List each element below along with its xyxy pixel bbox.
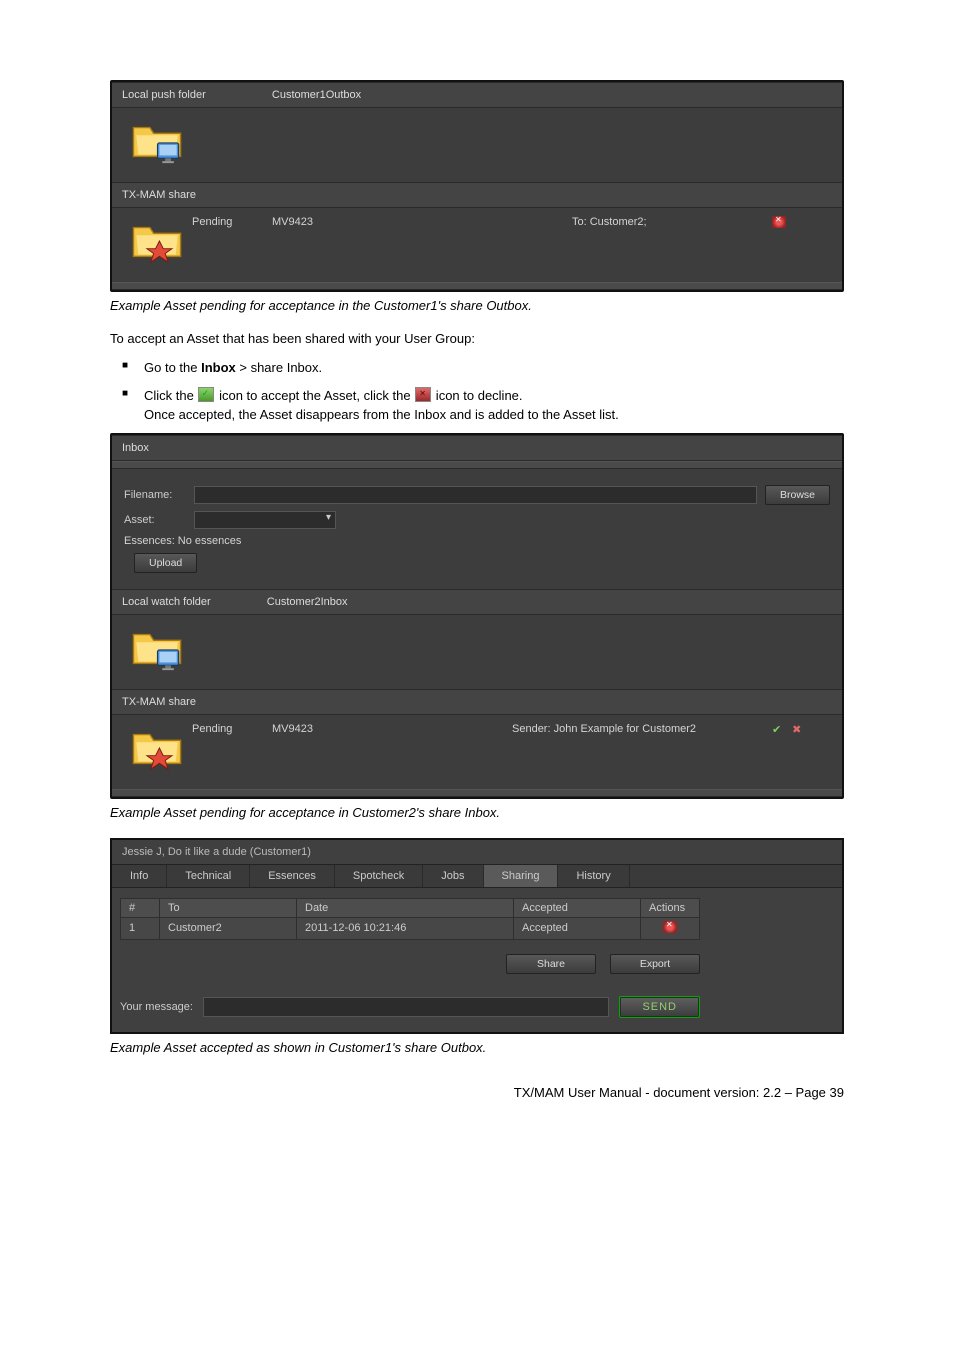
caption-3: Example Asset accepted as shown in Custo…	[110, 1040, 844, 1055]
local-push-header: Local push folder Customer1Outbox	[112, 82, 842, 108]
tab-essences[interactable]: Essences	[250, 865, 335, 887]
txmam-header-1: TX-MAM share	[112, 182, 842, 208]
row-delete-icon[interactable]	[663, 921, 677, 933]
outbox-panel: Local push folder Customer1Outbox TX-MAM…	[110, 80, 844, 292]
col-num: #	[121, 898, 160, 917]
sharing-panel: Jessie J, Do it like a dude (Customer1) …	[110, 838, 844, 1034]
tab-spotcheck[interactable]: Spotcheck	[335, 865, 423, 887]
cell-num: 1	[121, 917, 160, 939]
footer-text: TX/MAM User Manual - document version: 2…	[110, 1085, 844, 1100]
local-watch-value: Customer2Inbox	[267, 596, 348, 608]
inbox-panel: Inbox Filename: Browse Asset: Essences: …	[110, 433, 844, 799]
folder-monitor-icon-2	[122, 623, 192, 673]
upload-button[interactable]: Upload	[134, 553, 197, 573]
inbox-title: Inbox	[112, 435, 842, 461]
export-button[interactable]: Export	[610, 954, 700, 974]
filename-input[interactable]	[194, 486, 757, 504]
local-push-row	[112, 108, 842, 182]
local-watch-row	[112, 615, 842, 689]
outbox-to: To: Customer2;	[572, 216, 772, 228]
cell-accepted: Accepted	[514, 917, 641, 939]
decline-icon[interactable]	[772, 216, 786, 228]
cell-actions[interactable]	[641, 917, 700, 939]
instruction-list: Go to the Inbox > share Inbox. Click the…	[110, 358, 844, 425]
inbox-asset-id: MV9423	[272, 723, 512, 735]
share-table-header: # To Date Accepted Actions	[121, 898, 700, 917]
message-input[interactable]	[203, 997, 609, 1017]
inbox-status: Pending	[192, 723, 272, 735]
folder-star-icon-2	[122, 723, 192, 773]
caption-1: Example Asset pending for acceptance in …	[110, 298, 844, 313]
txmam-row-1: Pending MV9423 To: Customer2;	[112, 208, 842, 282]
intro-text: To accept an Asset that has been shared …	[110, 331, 844, 346]
local-push-label: Local push folder	[122, 89, 206, 101]
accept-icon-btn[interactable]: ✔	[772, 723, 785, 734]
asset-label: Asset:	[124, 514, 194, 526]
sharing-title: Jessie J, Do it like a dude (Customer1)	[112, 840, 842, 864]
local-watch-header: Local watch folder Customer2Inbox	[112, 589, 842, 615]
outbox-action[interactable]	[772, 216, 832, 231]
tab-technical[interactable]: Technical	[167, 865, 250, 887]
instruction-2: Click the icon to accept the Asset, clic…	[144, 386, 844, 425]
message-label: Your message:	[120, 1001, 193, 1013]
decline-icon-inline	[415, 387, 431, 402]
share-buttons: Share Export	[120, 954, 700, 974]
tab-jobs[interactable]: Jobs	[423, 865, 483, 887]
col-to: To	[160, 898, 297, 917]
col-accepted: Accepted	[514, 898, 641, 917]
tab-info[interactable]: Info	[112, 865, 167, 887]
share-table-row: 1 Customer2 2011-12-06 10:21:46 Accepted	[121, 917, 700, 939]
outbox-status: Pending	[192, 216, 272, 228]
folder-monitor-icon	[122, 116, 192, 166]
local-push-value: Customer1Outbox	[272, 89, 361, 101]
inbox-actions: ✔ ✖	[772, 723, 832, 735]
folder-star-icon	[122, 216, 192, 266]
accept-icon	[198, 387, 214, 402]
col-actions: Actions	[641, 898, 700, 917]
tab-sharing[interactable]: Sharing	[484, 865, 559, 887]
tab-history[interactable]: History	[558, 865, 629, 887]
txmam-header-2: TX-MAM share	[112, 689, 842, 715]
asset-dropdown[interactable]	[194, 511, 336, 529]
browse-button[interactable]: Browse	[765, 485, 830, 505]
share-table: # To Date Accepted Actions 1 Customer2 2…	[120, 898, 700, 940]
col-date: Date	[297, 898, 514, 917]
txmam-row-2: Pending MV9423 Sender: John Example for …	[112, 715, 842, 789]
caption-2: Example Asset pending for acceptance in …	[110, 805, 844, 820]
filename-label: Filename:	[124, 489, 194, 501]
essences-label: Essences: No essences	[124, 535, 241, 547]
inbox-form: Filename: Browse Asset: Essences: No ess…	[112, 469, 842, 589]
inbox-sender: Sender: John Example for Customer2	[512, 723, 772, 735]
send-button[interactable]: SEND	[619, 996, 700, 1018]
decline-icon-btn[interactable]: ✖	[792, 723, 805, 734]
message-row: Your message: SEND	[120, 996, 700, 1018]
share-button[interactable]: Share	[506, 954, 596, 974]
local-watch-label: Local watch folder	[122, 596, 211, 608]
cell-date: 2011-12-06 10:21:46	[297, 917, 514, 939]
instruction-1: Go to the Inbox > share Inbox.	[144, 358, 844, 378]
tabs-row: Info Technical Essences Spotcheck Jobs S…	[112, 864, 842, 888]
cell-to: Customer2	[160, 917, 297, 939]
outbox-asset-id: MV9423	[272, 216, 572, 228]
